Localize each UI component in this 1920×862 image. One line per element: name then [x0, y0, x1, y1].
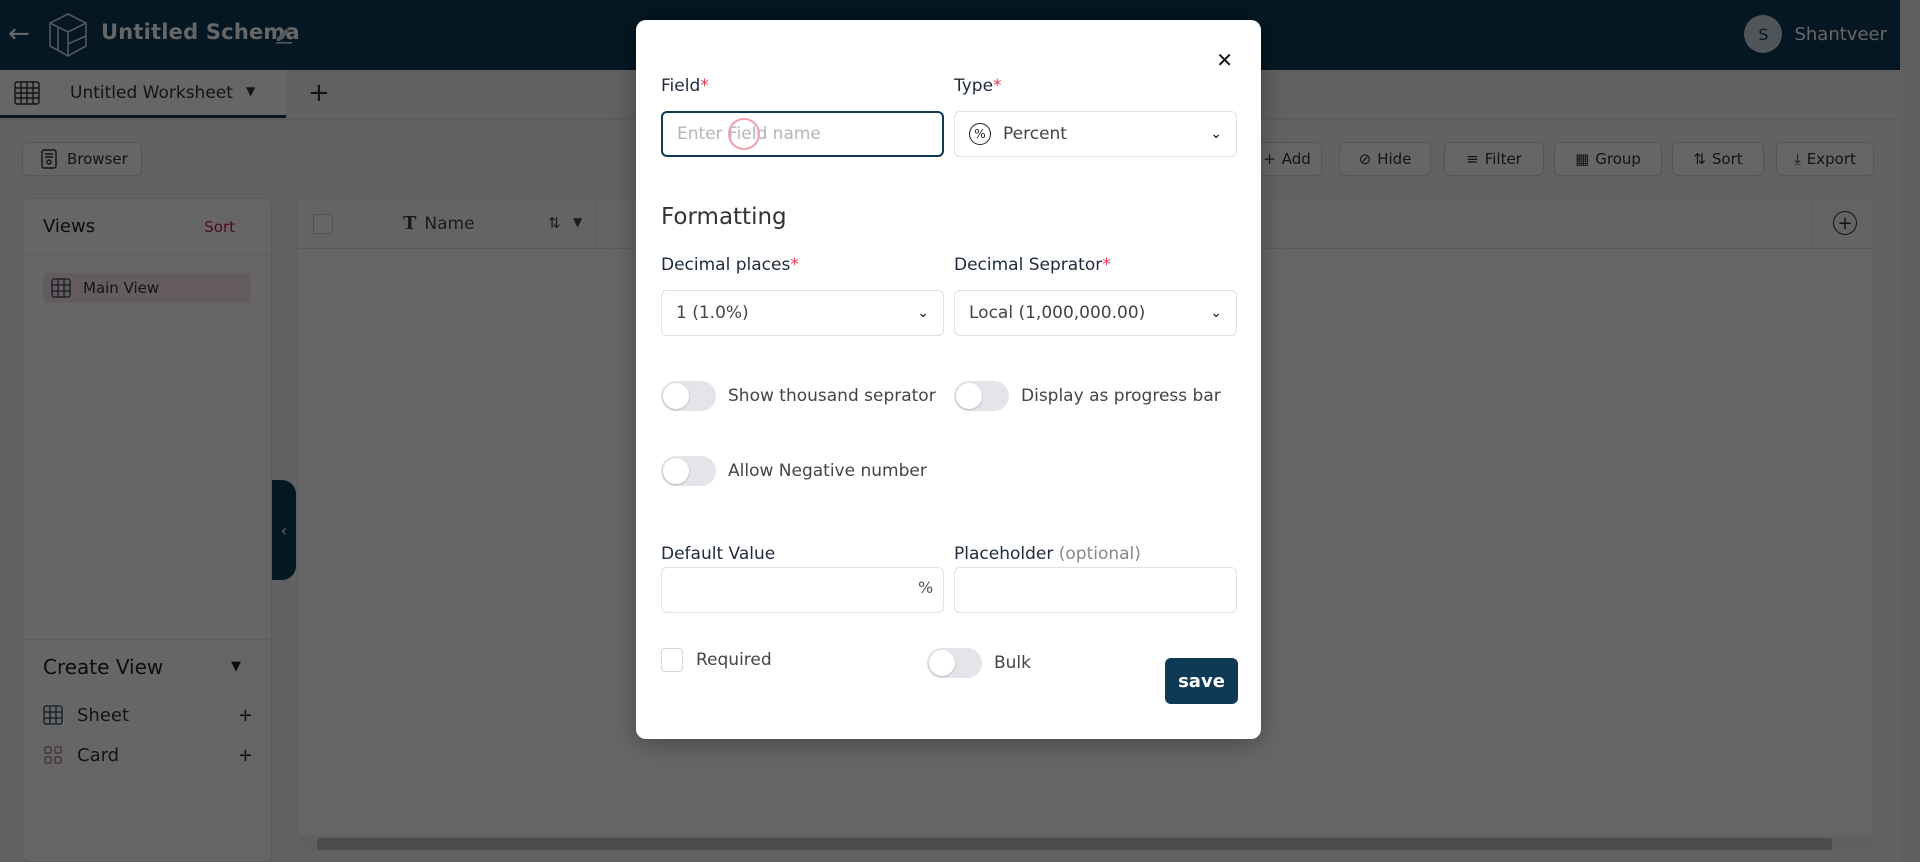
show-thousand-separator-toggle[interactable] [661, 381, 716, 411]
decimal-separator-value: Local (1,000,000.00) [969, 303, 1146, 323]
placeholder-label: Placeholder (optional) [954, 544, 1141, 564]
decimal-places-select[interactable]: 1 (1.0%) ⌄ [661, 290, 944, 336]
add-field-dialog: ✕ Field* Type* % Percent ⌄ Formatting De… [636, 20, 1261, 739]
percent-icon: % [969, 123, 991, 145]
type-select-value: Percent [1003, 124, 1067, 144]
bulk-label: Bulk [994, 653, 1032, 673]
decimal-places-label: Decimal places* [661, 255, 799, 275]
progress-bar-label: Display as progress bar [1021, 386, 1221, 406]
default-value-label: Default Value [661, 544, 776, 564]
decimal-separator-label: Decimal Seprator* [954, 255, 1111, 275]
required-checkbox[interactable] [661, 648, 683, 672]
show-thousand-separator-label: Show thousand seprator [728, 386, 936, 406]
formatting-title: Formatting [661, 204, 787, 230]
field-label: Field* [661, 76, 709, 96]
bulk-row: Bulk [927, 648, 1031, 678]
type-label: Type* [954, 76, 1002, 96]
progress-bar-row: Display as progress bar [954, 381, 1221, 411]
allow-negative-row: Allow Negative number [661, 456, 927, 486]
decimal-places-value: 1 (1.0%) [676, 303, 749, 323]
allow-negative-toggle[interactable] [661, 456, 716, 486]
save-button[interactable]: save [1165, 658, 1238, 704]
default-value-input[interactable] [661, 567, 944, 613]
chevron-down-icon: ⌄ [1210, 305, 1222, 321]
required-label: Required [696, 650, 772, 670]
placeholder-input[interactable] [954, 567, 1237, 613]
chevron-down-icon: ⌄ [917, 305, 929, 321]
show-thousand-separator-row: Show thousand seprator [661, 381, 936, 411]
allow-negative-label: Allow Negative number [728, 461, 927, 481]
chevron-down-icon: ⌄ [1210, 126, 1222, 142]
close-icon[interactable]: ✕ [1216, 48, 1233, 72]
decimal-separator-select[interactable]: Local (1,000,000.00) ⌄ [954, 290, 1237, 336]
type-select[interactable]: % Percent ⌄ [954, 111, 1237, 157]
field-name-input[interactable] [661, 111, 944, 157]
bulk-toggle[interactable] [927, 648, 982, 678]
percent-suffix: % [918, 578, 934, 597]
progress-bar-toggle[interactable] [954, 381, 1009, 411]
